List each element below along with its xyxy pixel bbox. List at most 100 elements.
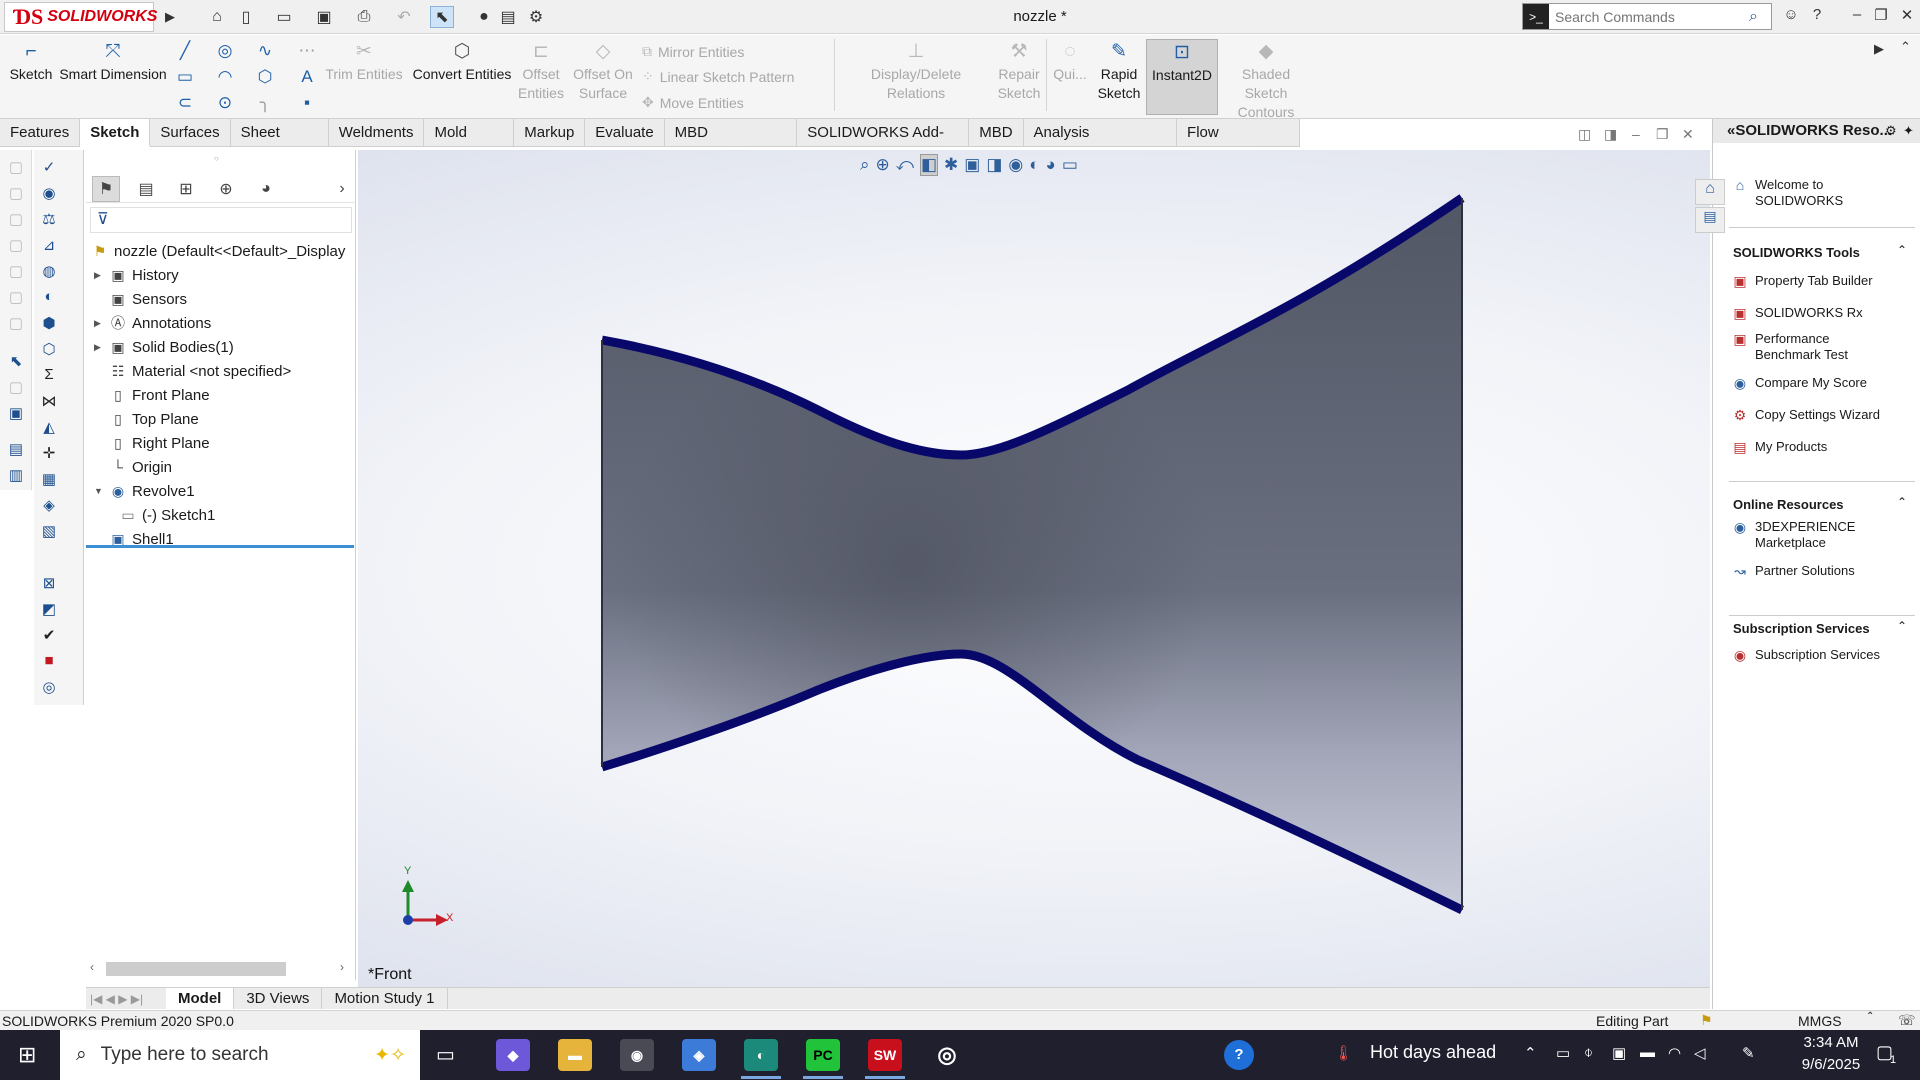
- tool-icon[interactable]: ⚖: [38, 210, 60, 232]
- smart-dimension-button[interactable]: ⤧ Smart Dimension: [58, 41, 168, 84]
- abc-icon[interactable]: ✓: [38, 158, 60, 180]
- tool-icon[interactable]: ▢: [5, 262, 27, 284]
- collapse-section-icon[interactable]: ⌃: [1897, 495, 1907, 509]
- tree-item-front-plane[interactable]: ▯ Front Plane: [94, 384, 209, 406]
- grid-icon[interactable]: ⋯: [296, 41, 318, 63]
- dimxpert-tab-icon[interactable]: ⊕: [212, 176, 240, 202]
- microsoft365-icon[interactable]: ◈: [682, 1039, 716, 1071]
- collapse-section-icon[interactable]: ⌃: [1897, 619, 1907, 633]
- microphone-icon[interactable]: ⌽: [1584, 1044, 1593, 1061]
- scroll-thumb[interactable]: [106, 962, 286, 976]
- select-icon[interactable]: ⬉: [430, 6, 454, 28]
- tab-evaluate[interactable]: Evaluate: [585, 119, 665, 147]
- feature-manager-tab-icon[interactable]: ⚑: [92, 175, 120, 202]
- display-icon[interactable]: ▣: [1612, 1044, 1626, 1062]
- tree-item-top-plane[interactable]: ▯ Top Plane: [94, 408, 199, 430]
- resources-home-icon[interactable]: ⌂: [1695, 179, 1725, 205]
- check-icon[interactable]: ✔: [38, 626, 60, 648]
- convert-entities-button[interactable]: ⬡ Convert Entities: [410, 41, 514, 84]
- tree-item-solid-bodies[interactable]: ▶ ▣ Solid Bodies(1): [94, 336, 234, 358]
- move-entities-button[interactable]: ✥ Move Entities: [642, 94, 744, 111]
- tool-icon[interactable]: ◭: [38, 418, 60, 440]
- options-gear-icon[interactable]: ⚙: [524, 6, 548, 28]
- chevron-up-icon[interactable]: ⌃: [1900, 39, 1911, 55]
- copilot-icon[interactable]: ◆: [496, 1039, 530, 1071]
- chevron-right-icon[interactable]: ›: [328, 176, 356, 202]
- property-manager-tab-icon[interactable]: ▤: [132, 176, 160, 202]
- shaded-sketch-contours-button[interactable]: ◆ Shaded Sketch Contours: [1222, 41, 1310, 122]
- tool-my-products[interactable]: ▤ My Products: [1731, 439, 1827, 455]
- dynamic-annotation-icon[interactable]: ✱: [944, 155, 958, 175]
- tool-icon[interactable]: ▢: [5, 378, 27, 400]
- linear-pattern-button[interactable]: ⁘ Linear Sketch Pattern: [642, 68, 794, 85]
- welcome-link[interactable]: ⌂ Welcome to SOLIDWORKS: [1731, 177, 1865, 209]
- slot-icon[interactable]: ⊂: [174, 93, 196, 115]
- online-partner-solutions[interactable]: ↝ Partner Solutions: [1731, 563, 1855, 579]
- open-icon[interactable]: ▭: [272, 6, 296, 28]
- tool-copy-settings-wizard[interactable]: ⚙ Copy Settings Wizard: [1731, 407, 1880, 423]
- weather-text[interactable]: Hot days ahead: [1370, 1042, 1496, 1063]
- close-icon[interactable]: ✕: [1896, 6, 1918, 28]
- fillet-icon[interactable]: ╮: [254, 93, 276, 115]
- tree-item-sketch1[interactable]: ▭ (-) Sketch1: [118, 504, 215, 526]
- meet-icon[interactable]: ▭: [1556, 1044, 1570, 1062]
- play-icon[interactable]: ▶: [1874, 41, 1884, 57]
- tab-surfaces[interactable]: Surfaces: [150, 119, 231, 147]
- expand-arrow-icon[interactable]: ▶: [94, 318, 108, 329]
- tool-icon[interactable]: ▦: [38, 470, 60, 492]
- tab-model[interactable]: Model: [166, 988, 235, 1009]
- tool-icon[interactable]: ▧: [38, 522, 60, 544]
- tool-icon[interactable]: ◩: [38, 600, 60, 622]
- tab-solidworks-addins[interactable]: SOLIDWORKS Add-Ins: [797, 119, 970, 169]
- volume-icon[interactable]: ◁: [1694, 1044, 1706, 1062]
- tool-property-tab-builder[interactable]: ▣ Property Tab Builder: [1731, 273, 1872, 289]
- tab-3d-views[interactable]: 3D Views: [234, 988, 323, 1009]
- globe-icon[interactable]: ◎: [38, 678, 60, 700]
- clock-date[interactable]: 9/6/2025: [1796, 1056, 1866, 1073]
- scroll-right-icon[interactable]: ›: [340, 960, 344, 974]
- edit-appearance-icon[interactable]: ◐: [1029, 155, 1039, 175]
- solidworks-taskbar-icon[interactable]: SW: [868, 1039, 902, 1071]
- tool-icon[interactable]: ⋈: [38, 392, 60, 414]
- tool-icon[interactable]: ⬢: [38, 314, 60, 336]
- file-explorer-icon[interactable]: ▬: [558, 1039, 592, 1071]
- save-icon[interactable]: ▣: [312, 6, 336, 28]
- tree-item-material[interactable]: ☷ Material <not specified>: [94, 360, 292, 382]
- graphics-area[interactable]: Y X: [358, 150, 1710, 990]
- tab-markup[interactable]: Markup: [514, 119, 586, 147]
- rapid-sketch-button[interactable]: ✎ Rapid Sketch: [1094, 41, 1144, 103]
- mirror-entities-button[interactable]: ⧉ Mirror Entities: [642, 43, 744, 60]
- tree-item-right-plane[interactable]: ▯ Right Plane: [94, 432, 209, 454]
- undo-icon[interactable]: ↶: [392, 6, 416, 28]
- collapse-section-icon[interactable]: ⌃: [1897, 243, 1907, 257]
- search-commands-box[interactable]: >_ ⌕: [1522, 3, 1772, 30]
- help-icon[interactable]: ?: [1806, 6, 1828, 28]
- file-properties-icon[interactable]: ▤: [496, 6, 520, 28]
- tab-flow-simulation[interactable]: Flow Simulation: [1177, 119, 1301, 169]
- tool-solidworks-rx[interactable]: ▣ SOLIDWORKS Rx: [1731, 305, 1862, 321]
- zoom-to-fit-icon[interactable]: ⌕: [860, 155, 870, 175]
- tree-item-origin[interactable]: └ Origin: [94, 456, 172, 478]
- point-icon[interactable]: ⊙: [214, 93, 236, 115]
- tool-icon[interactable]: ▣: [5, 404, 27, 426]
- pane-settings-gear-icon[interactable]: ⚙: [1885, 123, 1897, 139]
- rebuild-icon[interactable]: ●: [472, 6, 496, 28]
- tool-compare-my-score[interactable]: ◉ Compare My Score: [1731, 375, 1867, 391]
- doc-minimize-icon[interactable]: –: [1632, 126, 1640, 142]
- task-view-icon[interactable]: ▭: [436, 1042, 455, 1067]
- tool-icon[interactable]: ▢: [5, 184, 27, 206]
- tree-item-history[interactable]: ▶ ▣ History: [94, 264, 179, 286]
- sum-icon[interactable]: Σ: [38, 366, 60, 388]
- filter-icon[interactable]: ⊽: [90, 207, 352, 233]
- forum-icon[interactable]: ▤: [1695, 207, 1725, 233]
- horizontal-scrollbar[interactable]: ‹ ›: [86, 958, 356, 978]
- online-3dexperience[interactable]: ◉ 3DEXPERIENCE Marketplace: [1731, 519, 1865, 551]
- expand-arrow-icon[interactable]: ▶: [94, 270, 108, 281]
- apply-scene-icon[interactable]: ◕: [1046, 155, 1056, 175]
- doc-restore-icon[interactable]: ❐: [1656, 126, 1669, 143]
- circle-icon[interactable]: ◎: [214, 41, 236, 63]
- previous-view-icon[interactable]: ⤺: [896, 155, 914, 175]
- pen-icon[interactable]: ✎: [1742, 1044, 1755, 1062]
- taskbar-search[interactable]: ⌕ Type here to search ✦✧: [60, 1030, 420, 1080]
- search-input[interactable]: [1549, 8, 1749, 25]
